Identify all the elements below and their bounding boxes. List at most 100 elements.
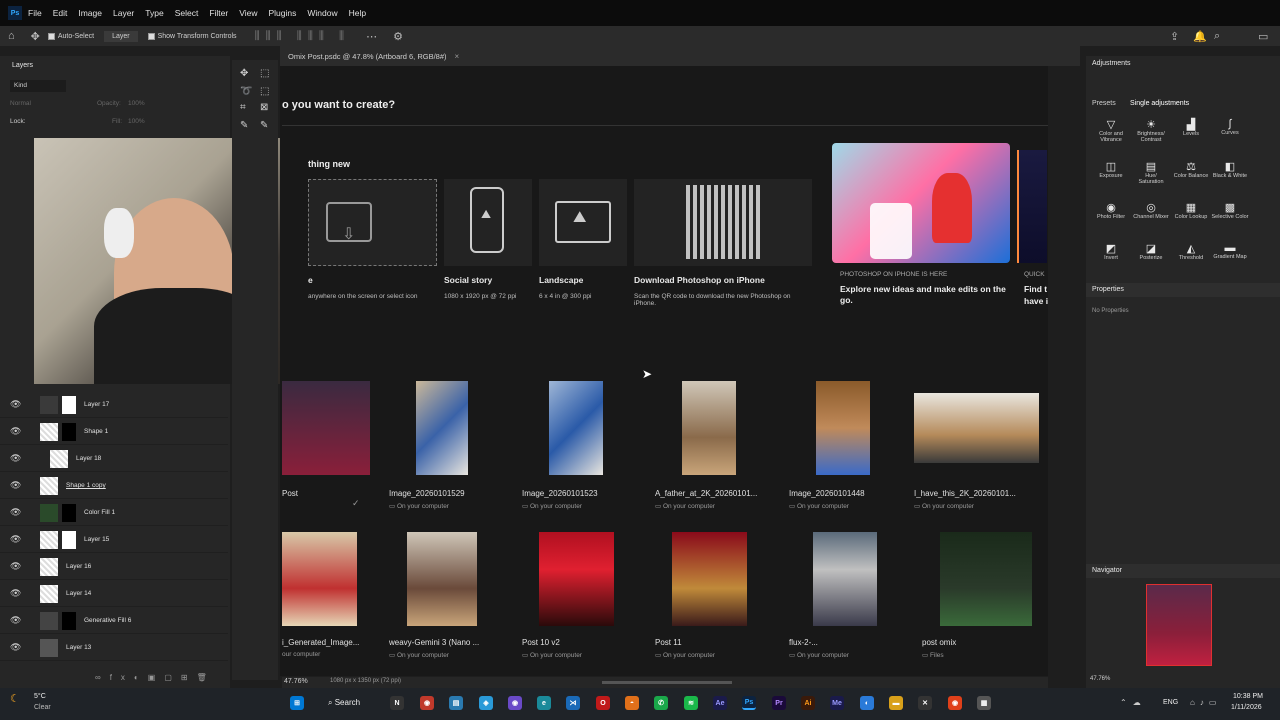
- tab-single-adjustments[interactable]: Single adjustments: [1130, 100, 1189, 107]
- adj-hue-saturation[interactable]: ▤ Hue/ Saturation: [1132, 160, 1170, 185]
- edge-icon[interactable]: e: [537, 696, 551, 710]
- adj-exposure[interactable]: ◫ Exposure: [1092, 160, 1130, 179]
- recent-file[interactable]: Post 11 ▭ On your computer: [655, 532, 785, 659]
- app-icon[interactable]: ◐: [860, 696, 874, 710]
- document-tab[interactable]: Omix Post.psdc @ 47.8% (Artboard 6, RGB/…: [280, 52, 447, 61]
- align-icons[interactable]: ⫼⫼⫼ ⫼⫼⫼ ⫼: [255, 30, 351, 43]
- menu-edit[interactable]: Edit: [53, 8, 68, 18]
- weather-temp[interactable]: 5°C: [34, 693, 46, 700]
- menu-window[interactable]: Window: [307, 8, 337, 18]
- file-explorer-icon[interactable]: ▬: [889, 696, 903, 710]
- home-icon[interactable]: ⌂: [8, 30, 15, 42]
- adj-selective-color[interactable]: ▩ Selective Color: [1211, 201, 1249, 220]
- after-effects-icon[interactable]: Ae: [713, 696, 727, 710]
- move-tool-icon[interactable]: ✥: [31, 30, 40, 43]
- eye-icon[interactable]: 👁: [10, 588, 21, 599]
- weather-icon[interactable]: ☾: [10, 692, 20, 705]
- taskbar-search[interactable]: ⌕ Search: [328, 698, 360, 708]
- recent-file[interactable]: weavy-Gemini 3 (Nano ... ▭ On your compu…: [389, 532, 519, 659]
- frame-tool-icon[interactable]: ⊠: [260, 102, 268, 113]
- eye-icon[interactable]: 👁: [10, 615, 21, 626]
- app-icon[interactable]: ✕: [918, 696, 932, 710]
- notification-icon[interactable]: 🔔: [1193, 30, 1207, 43]
- app-icon[interactable]: ▤: [449, 696, 463, 710]
- adj-channel-mixer[interactable]: ◎ Channel Mixer: [1132, 201, 1170, 220]
- layer-row[interactable]: 👁 Generative Fill 6: [0, 608, 228, 634]
- crop-tool-icon[interactable]: ⌗: [240, 102, 246, 113]
- menu-image[interactable]: Image: [78, 8, 102, 18]
- download-iphone-card[interactable]: [634, 179, 812, 266]
- adj-threshold[interactable]: ◭ Threshold: [1172, 242, 1210, 261]
- eye-icon[interactable]: 👁: [10, 480, 21, 491]
- windows-start-icon[interactable]: ⊞: [290, 696, 304, 710]
- vscode-icon[interactable]: ⋊: [566, 696, 580, 710]
- landscape-card[interactable]: ⛰: [539, 179, 627, 266]
- menu-file[interactable]: File: [28, 8, 42, 18]
- app-icon[interactable]: ◉: [508, 696, 522, 710]
- recent-file[interactable]: Image_20260101448 ▭ On your computer: [789, 381, 919, 510]
- adj-color-vibrance[interactable]: ▽ Color and Vibrance: [1092, 118, 1130, 143]
- layer-row[interactable]: 👁 Color Fill 1: [0, 500, 228, 526]
- horizontal-scrollbar[interactable]: [602, 681, 732, 684]
- eye-icon[interactable]: 👁: [10, 561, 21, 572]
- opacity-input[interactable]: 100%: [128, 100, 145, 107]
- firefox-icon[interactable]: ◓: [625, 696, 639, 710]
- eye-icon[interactable]: 👁: [10, 642, 21, 653]
- eye-icon[interactable]: 👁: [10, 534, 21, 545]
- tab-presets[interactable]: Presets: [1092, 100, 1116, 107]
- media-encoder-icon[interactable]: Me: [830, 696, 844, 710]
- share-icon[interactable]: ⇪: [1170, 30, 1179, 43]
- recent-file[interactable]: post omix ▭ Files: [922, 532, 1052, 659]
- language-indicator[interactable]: ENG: [1163, 699, 1178, 706]
- adj-posterize[interactable]: ◪ Posterize: [1132, 242, 1170, 261]
- layer-row[interactable]: 👁 Layer 18: [0, 446, 228, 472]
- recent-file[interactable]: flux-2-... ▭ On your computer: [789, 532, 919, 659]
- promo-image-2[interactable]: [1017, 150, 1047, 263]
- marquee-tool-icon[interactable]: ⬚: [260, 68, 269, 79]
- eyedropper-icon[interactable]: ✎: [240, 120, 248, 131]
- menu-filter[interactable]: Filter: [209, 8, 228, 18]
- recent-file[interactable]: Image_20260101523 ▭ On your computer: [522, 381, 652, 510]
- spotify-icon[interactable]: ≋: [684, 696, 698, 710]
- layer-row[interactable]: 👁 Layer 13: [0, 635, 228, 661]
- menu-select[interactable]: Select: [175, 8, 199, 18]
- menu-plugins[interactable]: Plugins: [268, 8, 296, 18]
- eye-icon[interactable]: 👁: [10, 507, 21, 518]
- promo-image[interactable]: [832, 143, 1010, 263]
- app-icon[interactable]: ◉: [420, 696, 434, 710]
- app-icon[interactable]: ◈: [479, 696, 493, 710]
- layer-row[interactable]: 👁 Layer 15: [0, 527, 228, 553]
- opera-icon[interactable]: O: [596, 696, 610, 710]
- layer-footer-icons[interactable]: ∞fx◐▣▢⊞🗑: [95, 673, 216, 682]
- more-icon[interactable]: ⋯: [366, 30, 377, 43]
- adj-levels[interactable]: ▟ Levels: [1172, 118, 1210, 137]
- clock-date[interactable]: 1/11/2026: [1231, 704, 1262, 711]
- layer-dropdown[interactable]: Layer: [104, 30, 138, 42]
- lasso-tool-icon[interactable]: ➰: [240, 86, 252, 97]
- premiere-icon[interactable]: Pr: [772, 696, 786, 710]
- menu-layer[interactable]: Layer: [113, 8, 134, 18]
- social-story-card[interactable]: ⛰: [444, 179, 532, 266]
- illustrator-icon[interactable]: Ai: [801, 696, 815, 710]
- gear-icon[interactable]: ⚙: [393, 30, 403, 43]
- photoshop-logo-icon[interactable]: Ps: [8, 6, 22, 20]
- clock-time[interactable]: 10:38 PM: [1233, 693, 1263, 700]
- recent-file[interactable]: Image_20260101529 ▭ On your computer: [389, 381, 519, 510]
- zoom-level[interactable]: 47.76%: [284, 678, 308, 685]
- tray-icons[interactable]: ⌃☁: [1120, 698, 1147, 707]
- custom-size-card[interactable]: ⇩: [308, 179, 437, 266]
- brush-tool-icon[interactable]: ✎: [260, 120, 268, 131]
- menu-type[interactable]: Type: [145, 8, 163, 18]
- filter-kind-dropdown[interactable]: Kind: [10, 80, 66, 92]
- menu-view[interactable]: View: [239, 8, 257, 18]
- recent-file[interactable]: I_have_this_2K_20260101... ▭ On your com…: [914, 393, 1044, 510]
- adj-gradient-map[interactable]: ▬ Gradient Map: [1211, 242, 1249, 260]
- adj-invert[interactable]: ◩ Invert: [1092, 242, 1130, 261]
- object-select-icon[interactable]: ⬚: [260, 86, 269, 97]
- adj-black-white[interactable]: ◧ Black & White: [1211, 160, 1249, 179]
- eye-icon[interactable]: 👁: [10, 399, 21, 410]
- navigator-thumbnail[interactable]: [1146, 584, 1212, 666]
- adj-photo-filter[interactable]: ◉ Photo Filter: [1092, 201, 1130, 220]
- adj-color-lookup[interactable]: ▦ Color Lookup: [1172, 201, 1210, 220]
- adj-curves[interactable]: ∫ Curves: [1211, 118, 1249, 136]
